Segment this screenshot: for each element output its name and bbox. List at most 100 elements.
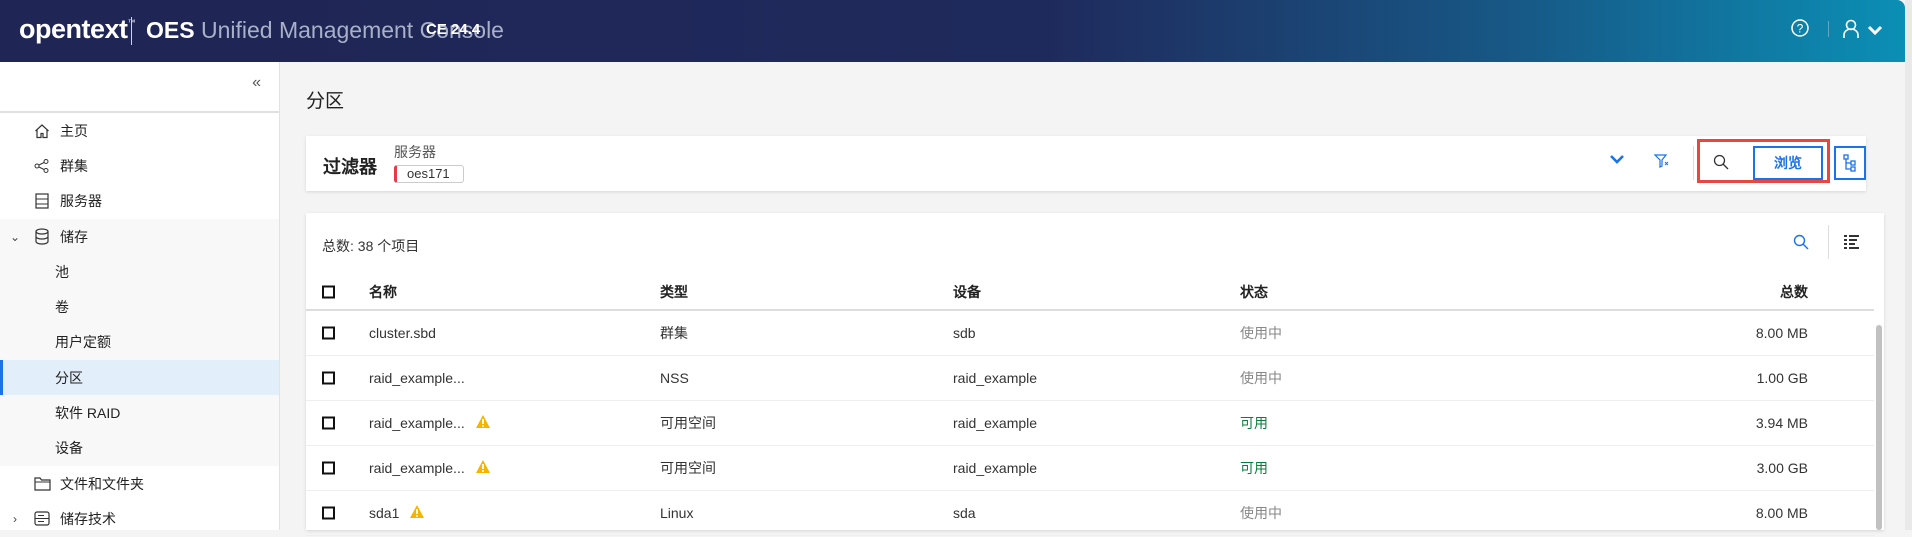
cell-status: 使用中 — [1240, 325, 1282, 341]
column-header-device[interactable]: 设备 — [953, 282, 981, 302]
sidebar-item-storage-tech[interactable]: › 储存技术 — [0, 501, 279, 536]
expand-filter-chevron-icon[interactable] — [1609, 154, 1625, 165]
window-edge — [1905, 0, 1912, 530]
table-search-button[interactable] — [1793, 234, 1809, 250]
cell-device: sdb — [953, 325, 976, 341]
cell-name: raid_example... — [369, 459, 491, 477]
sidebar-item-label: 储存技术 — [60, 510, 116, 527]
clear-filter-icon[interactable] — [1654, 153, 1670, 169]
cell-type: 可用空间 — [660, 415, 716, 431]
database-icon — [30, 227, 54, 247]
sidebar-item-partitions[interactable]: 分区 — [0, 360, 279, 396]
tree-icon — [1843, 154, 1856, 172]
partitions-table: 总数: 38 个项目 名称 类型 设备 状态 总数 cluster.sbd 群集… — [306, 213, 1884, 536]
cell-status: 可用 — [1240, 415, 1268, 431]
sidebar-item-label: 服务器 — [60, 193, 102, 210]
warning-icon — [409, 504, 425, 522]
row-checkbox[interactable] — [322, 371, 335, 385]
header-divider — [131, 17, 132, 45]
cell-name: raid_example... — [369, 370, 465, 386]
chevron-right-icon: › — [13, 511, 17, 526]
total-count: 总数: 38 个项目 — [322, 238, 420, 254]
cell-total: 3.94 MB — [1755, 415, 1808, 431]
row-checkbox[interactable] — [322, 461, 335, 475]
folder-icon — [30, 474, 54, 494]
cell-total: 8.00 MB — [1755, 325, 1808, 341]
server-filter-chip[interactable]: oes171 — [394, 165, 464, 183]
cell-total: 1.00 GB — [1756, 370, 1808, 386]
table-row[interactable]: raid_example... 可用空间 raid_example 可用 3.9… — [306, 401, 1874, 446]
sidebar-item-pools[interactable]: 池 — [0, 254, 279, 290]
sidebar-item-label: 软件 RAID — [55, 405, 121, 422]
table-row[interactable]: raid_example... 可用空间 raid_example 可用 3.0… — [306, 446, 1874, 491]
partition-name[interactable]: raid_example... — [369, 460, 465, 476]
cell-device: raid_example — [953, 370, 1038, 386]
server-icon — [30, 191, 54, 211]
browse-button[interactable]: 浏览 — [1753, 146, 1823, 180]
table-row[interactable]: sda1 Linux sda 使用中 8.00 MB — [306, 491, 1874, 536]
sidebar-item-storage[interactable]: ⌄ 储存 — [0, 218, 279, 255]
user-menu-chevron-icon[interactable] — [1867, 23, 1883, 41]
column-header-status[interactable]: 状态 — [1240, 282, 1268, 302]
sidebar-collapse: « — [0, 62, 279, 113]
partition-name[interactable]: sda1 — [369, 505, 399, 521]
sidebar-item-label: 主页 — [60, 122, 88, 139]
filter-divider — [1693, 146, 1694, 180]
sidebar-item-devices[interactable]: 设备 — [0, 430, 279, 466]
sidebar-item-volumes[interactable]: 卷 — [0, 289, 279, 325]
cell-type: 可用空间 — [660, 460, 716, 476]
user-icon[interactable] — [1843, 19, 1859, 44]
row-checkbox[interactable] — [322, 506, 335, 520]
sidebar-item-label: 池 — [55, 263, 69, 280]
opentext-logo: opentext™ — [19, 14, 135, 45]
cell-device: raid_example — [953, 415, 1038, 431]
sidebar-item-user-quotas[interactable]: 用户定额 — [0, 324, 279, 361]
sidebar-item-label: 文件和文件夹 — [60, 475, 144, 492]
help-icon[interactable]: ? — [1791, 19, 1809, 42]
table-row[interactable]: cluster.sbd 群集 sdb 使用中 8.00 MB — [306, 311, 1874, 356]
chevron-down-icon: ⌄ — [9, 229, 21, 244]
cell-name: cluster.sbd — [369, 325, 436, 341]
page-title: 分区 — [306, 91, 345, 112]
sidebar-item-label: 卷 — [55, 299, 69, 316]
column-settings-icon[interactable] — [1843, 234, 1860, 250]
warning-icon — [475, 414, 491, 432]
header-divider-right — [1828, 21, 1829, 37]
sidebar-item-label: 用户定额 — [55, 334, 111, 351]
sidebar-item-cluster[interactable]: 群集 — [0, 148, 279, 183]
cell-type: Linux — [660, 505, 694, 521]
column-header-total[interactable]: 总数 — [1780, 282, 1808, 302]
top-header: opentext™ OES Unified Management Console… — [0, 0, 1905, 62]
product-name: OES — [146, 17, 195, 43]
tree-view-button[interactable] — [1834, 146, 1866, 180]
cell-status: 可用 — [1240, 460, 1268, 476]
row-checkbox[interactable] — [322, 416, 335, 430]
column-header-name[interactable]: 名称 — [369, 282, 397, 302]
table-scrollbar[interactable] — [1876, 325, 1882, 530]
select-all-checkbox[interactable] — [322, 285, 335, 299]
table-row[interactable]: raid_example... NSS raid_example 使用中 1.0… — [306, 356, 1874, 401]
partition-name[interactable]: raid_example... — [369, 415, 465, 431]
sidebar-item-home[interactable]: 主页 — [0, 113, 279, 148]
partition-name[interactable]: raid_example... — [369, 370, 465, 386]
share-icon — [30, 156, 54, 176]
sidebar-item-files-folders[interactable]: 文件和文件夹 — [0, 466, 279, 501]
cell-name: sda1 — [369, 504, 425, 522]
cell-device: raid_example — [953, 460, 1038, 476]
sidebar-item-servers[interactable]: 服务器 — [0, 184, 279, 219]
sidebar-item-label: 群集 — [60, 157, 88, 174]
partition-name[interactable]: cluster.sbd — [369, 325, 436, 341]
table-header: 名称 类型 设备 状态 总数 — [306, 275, 1874, 311]
cell-device: sda — [953, 505, 976, 521]
cell-type: 群集 — [660, 325, 688, 341]
search-button[interactable] — [1713, 154, 1729, 170]
sidebar-item-software-raid[interactable]: 软件 RAID — [0, 395, 279, 431]
server-filter-label: 服务器 — [394, 144, 436, 160]
collapse-sidebar-button[interactable]: « — [252, 74, 261, 92]
home-icon — [30, 121, 54, 141]
cell-total: 8.00 MB — [1755, 505, 1808, 521]
storage-icon — [30, 509, 54, 529]
version-label: CE 24.4 — [426, 21, 481, 38]
column-header-type[interactable]: 类型 — [660, 282, 688, 302]
row-checkbox[interactable] — [322, 326, 335, 340]
